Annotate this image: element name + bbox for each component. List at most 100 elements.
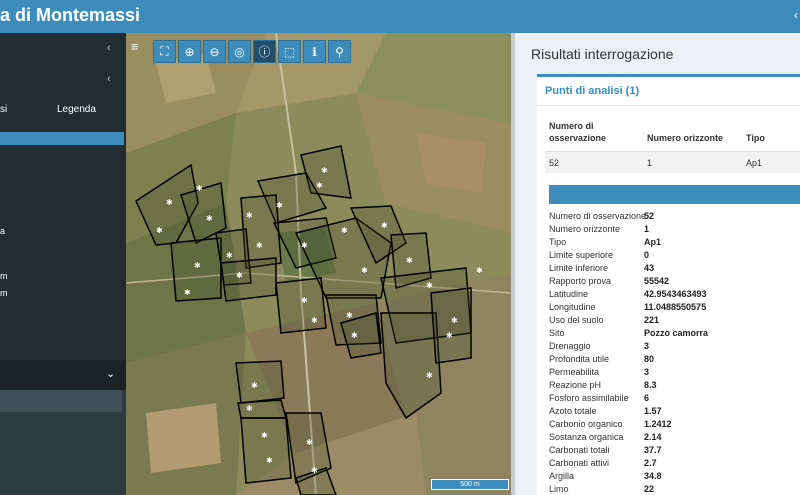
- svg-text:✱: ✱: [256, 241, 263, 250]
- identify-icon[interactable]: ℹ: [303, 40, 326, 63]
- svg-text:✱: ✱: [246, 211, 253, 220]
- attribute-row: Profondita utile 80: [549, 353, 800, 366]
- attribute-row: Numero di osservazione 52: [549, 210, 800, 223]
- attribute-row: Longitudine 11.0488550575: [549, 301, 800, 314]
- attribute-value: 221: [644, 315, 660, 325]
- svg-text:✱: ✱: [226, 251, 233, 260]
- svg-text:✱: ✱: [156, 226, 163, 235]
- attribute-value: 11.0488550575: [644, 302, 707, 312]
- detail-header-bar: [549, 185, 800, 204]
- attribute-row: Rapporto prova 55542: [549, 275, 800, 288]
- attribute-key: Profondita utile: [549, 354, 610, 364]
- svg-text:✱: ✱: [301, 296, 308, 305]
- svg-text:✱: ✱: [166, 198, 173, 207]
- svg-text:✱: ✱: [451, 316, 458, 325]
- sidebar-submenu-active-item[interactable]: [0, 390, 122, 412]
- attribute-row: Fosforo assimilabile 6: [549, 392, 800, 405]
- map-view[interactable]: ✱ ✱ ✱ ✱ ✱ ✱ ✱ ✱ ✱ ✱ ✱ ✱ ✱ ✱ ✱ ✱ ✱ ✱ ✱ ✱ ✱ ✱ ✱ ✱ ✱ ✱ ✱ ✱ ✱ ✱ …: [126, 33, 511, 495]
- zoom-in-icon[interactable]: ⊕: [178, 40, 201, 63]
- svg-text:✱: ✱: [196, 184, 203, 193]
- attribute-row: Sostanza organica 2.14: [549, 431, 800, 444]
- svg-text:✱: ✱: [476, 266, 483, 275]
- column-header[interactable]: Numero di osservazione: [549, 120, 629, 144]
- svg-text:✱: ✱: [276, 201, 283, 210]
- attribute-value: 3: [644, 341, 650, 351]
- svg-text:✱: ✱: [446, 331, 453, 340]
- svg-text:✱: ✱: [346, 311, 353, 320]
- attribute-key: Uso del suolo: [549, 315, 604, 325]
- attribute-value: 55542: [644, 276, 670, 286]
- collapse-chevron-icon[interactable]: ‹: [107, 42, 111, 54]
- chevron-down-icon[interactable]: ⌄: [106, 367, 115, 380]
- attribute-value: 22: [644, 484, 655, 494]
- attribute-value: 2.14: [644, 432, 662, 442]
- results-box: Punti di analisi (1) Numero di osservazi…: [537, 74, 800, 495]
- tab-layers[interactable]: si: [0, 104, 7, 115]
- sidebar-active-item[interactable]: [0, 132, 124, 145]
- svg-text:✱: ✱: [184, 288, 191, 297]
- attribute-value: 34.8: [644, 471, 662, 481]
- zoom-extent-icon[interactable]: ◎: [228, 40, 251, 63]
- attribute-row: Limite inferiore 43: [549, 262, 800, 275]
- svg-text:✱: ✱: [301, 241, 308, 250]
- aerial-imagery: ✱✱✱ ✱✱✱ ✱✱✱ ✱✱✱ ✱✱✱ ✱✱✱ ✱✱✱ ✱✱✱ ✱✱✱ ✱✱✱ …: [126, 33, 511, 495]
- fullscreen-icon[interactable]: ⛶: [153, 40, 176, 63]
- attribute-value: 37.7: [644, 445, 662, 455]
- attribute-list: Numero di osservazione 52 Numero orizzonte…: [549, 210, 800, 495]
- table-cell: 1: [647, 158, 653, 168]
- attribute-key: Sostanza organica: [549, 432, 624, 442]
- sidebar-section-header[interactable]: ⌄: [0, 360, 126, 390]
- info-icon[interactable]: ⓘ: [253, 40, 276, 63]
- attribute-key: Azoto totale: [549, 406, 597, 416]
- sidebar: ‹ ‹ si Legenda a m m ⌄: [0, 33, 126, 495]
- sidebar-item[interactable]: a: [0, 226, 5, 236]
- svg-text:✱: ✱: [246, 404, 253, 413]
- panel-title: Risultati interrogazione: [531, 46, 674, 62]
- attribute-value: 1: [644, 224, 650, 234]
- collapse-chevron-icon[interactable]: ‹: [107, 73, 111, 85]
- attribute-value: 0: [644, 250, 650, 260]
- sidebar-item[interactable]: m: [0, 288, 8, 298]
- svg-text:✱: ✱: [261, 431, 268, 440]
- attribute-row: Limo 22: [549, 483, 800, 495]
- svg-text:✱: ✱: [426, 371, 433, 380]
- attribute-key: Rapporto prova: [549, 276, 612, 286]
- attribute-value: 3: [644, 367, 650, 377]
- hamburger-icon[interactable]: ≡: [131, 39, 139, 54]
- attribute-key: Carbonati totali: [549, 445, 610, 455]
- attribute-row: Limite superiore 0: [549, 249, 800, 262]
- attribute-row: Reazione pH 8.3: [549, 379, 800, 392]
- attribute-row: Uso del suolo 221: [549, 314, 800, 327]
- app-header: a di Montemassi ‹: [0, 0, 800, 33]
- divider: [537, 105, 800, 106]
- attribute-key: Numero di osservazione: [549, 211, 647, 221]
- svg-text:✱: ✱: [311, 316, 318, 325]
- select-box-icon[interactable]: ⬚: [278, 40, 301, 63]
- sidebar-item[interactable]: m: [0, 271, 8, 281]
- attribute-value: Pozzo camorra: [644, 328, 709, 338]
- app-title: a di Montemassi: [0, 5, 141, 25]
- attribute-value: 42.9543463493: [644, 289, 707, 299]
- tab-legend[interactable]: Legenda: [57, 104, 96, 115]
- attribute-key: Argilla: [549, 471, 575, 481]
- svg-text:✱: ✱: [381, 221, 388, 230]
- column-header[interactable]: Tipo: [746, 132, 765, 144]
- column-header[interactable]: Numero orizzonte: [647, 132, 723, 144]
- attribute-value: 1.2412: [644, 419, 672, 429]
- attribute-row: Numero orizzonte 1: [549, 223, 800, 236]
- box-title[interactable]: Punti di analisi (1): [545, 85, 639, 97]
- svg-text:✱: ✱: [306, 438, 313, 447]
- attribute-row: Carbonati totali 37.7: [549, 444, 800, 457]
- svg-text:✱: ✱: [206, 214, 213, 223]
- locate-user-icon[interactable]: ⚲: [328, 40, 351, 63]
- attribute-value: 43: [644, 263, 655, 273]
- zoom-out-icon[interactable]: ⊖: [203, 40, 226, 63]
- svg-text:✱: ✱: [311, 466, 318, 475]
- svg-text:✱: ✱: [341, 226, 348, 235]
- svg-text:✱: ✱: [194, 261, 201, 270]
- attribute-value: 8.3: [644, 380, 657, 390]
- attribute-row: Azoto totale 1.57: [549, 405, 800, 418]
- attribute-key: Tipo: [549, 237, 567, 247]
- header-control-icon[interactable]: ‹: [794, 8, 798, 22]
- attribute-value: 6: [644, 393, 650, 403]
